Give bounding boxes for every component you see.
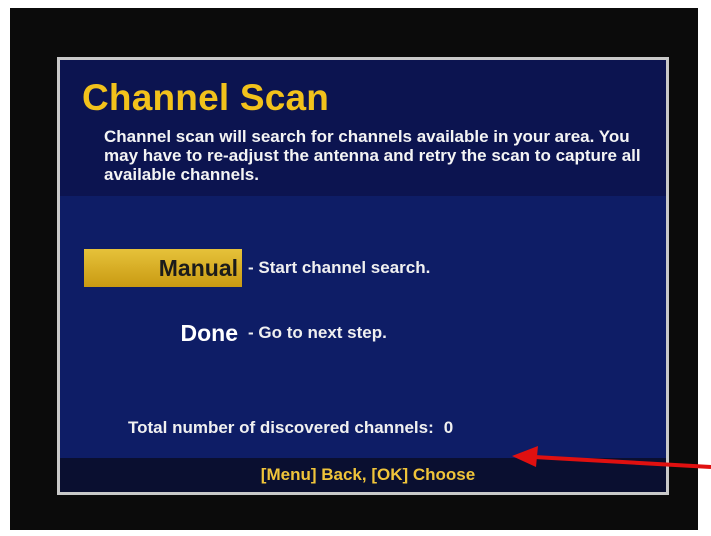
- option-done[interactable]: Done - Go to next step.: [84, 315, 387, 351]
- red-arrow-icon: [512, 446, 711, 469]
- page-title: Channel Scan: [82, 77, 330, 118]
- option-manual[interactable]: Manual - Start channel search.: [84, 249, 431, 287]
- manual-description: - Start channel search.: [248, 258, 431, 277]
- dialog-header: Channel Scan Channel scan will search fo…: [60, 60, 666, 196]
- done-description: - Go to next step.: [248, 323, 387, 342]
- channel-scan-dialog: Channel Scan Channel scan will search fo…: [57, 57, 669, 495]
- manual-button[interactable]: Manual: [84, 249, 242, 287]
- channel-count-label: Total number of discovered channels:: [128, 418, 434, 437]
- channel-count-value: 0: [443, 418, 454, 437]
- channel-count: Total number of discovered channels: 0: [128, 418, 453, 438]
- scan-description: Channel scan will search for channels av…: [104, 127, 641, 184]
- footer-hint: [Menu] Back, [OK] Choose: [260, 465, 476, 484]
- done-button[interactable]: Done: [84, 314, 242, 352]
